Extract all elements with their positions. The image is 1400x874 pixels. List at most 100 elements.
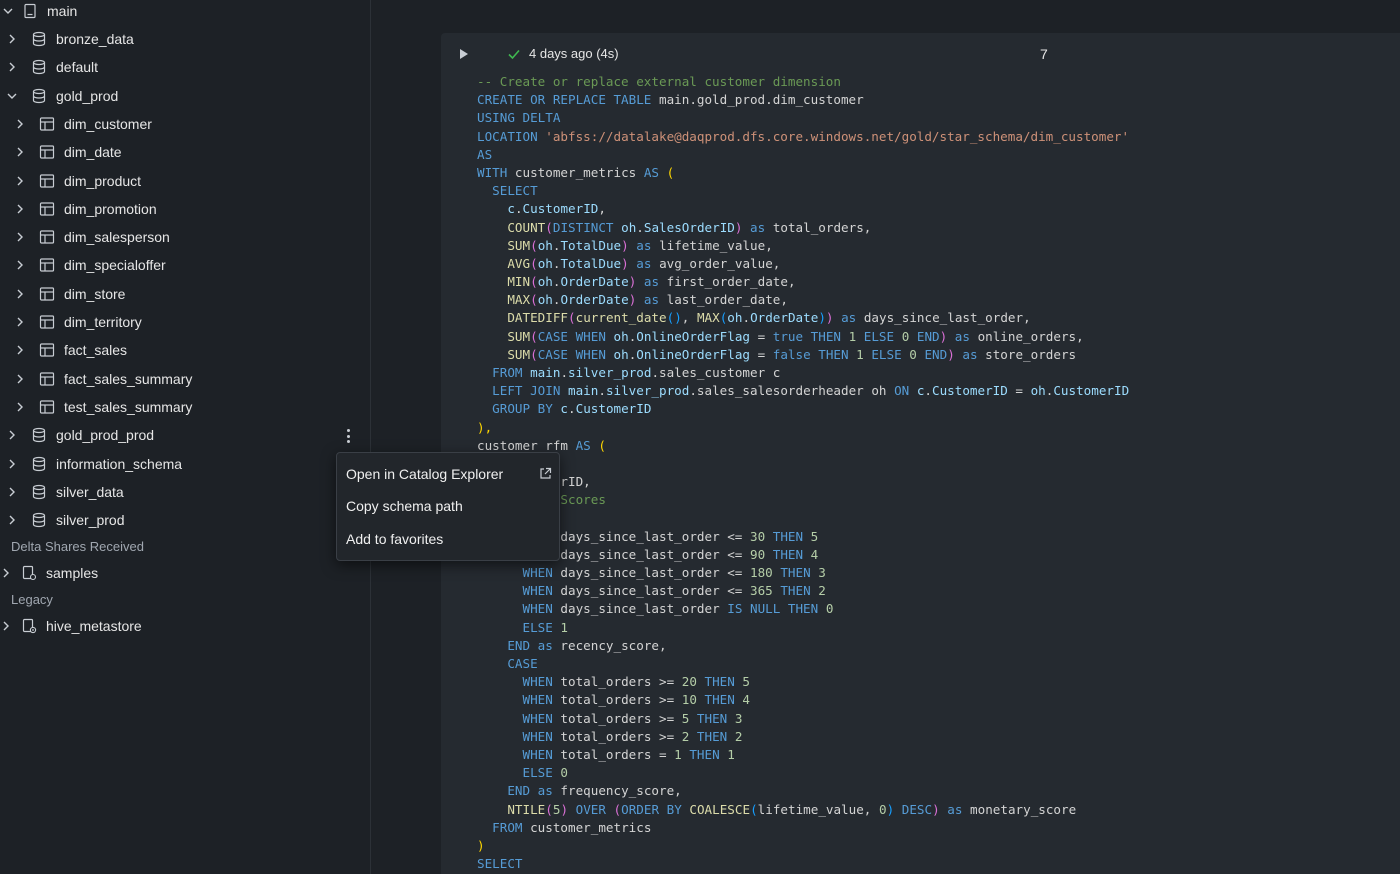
code-token: days_since_last_order <= [560,528,750,544]
code-token: as [636,292,667,308]
tree-table-dim-territory[interactable]: dim_territory [0,308,370,336]
chevron-right-icon[interactable] [14,316,26,328]
tree-schema-silver-data[interactable]: silver_data [0,478,370,506]
tree-table-dim-date[interactable]: dim_date [0,138,370,166]
code-token: main [530,365,561,380]
tree-label: gold_prod [56,87,119,104]
code-token: END as [507,783,561,799]
tree-table-dim-product[interactable]: dim_product [0,167,370,195]
menu-item-add-to-favorites[interactable]: Add to favorites [346,531,443,547]
tree-table-dim-customer[interactable]: dim_customer [0,110,370,138]
chevron-right-icon[interactable] [14,175,26,187]
chevron-right-icon[interactable] [6,429,18,441]
code-token: . [924,383,932,399]
code-line: END as frequency_score, [477,782,1129,800]
chevron-right-icon[interactable] [14,344,26,356]
code-token: 4 [742,692,751,708]
chevron-right-icon[interactable] [6,458,18,470]
code-token: THEN [689,728,735,744]
chevron-down-icon[interactable] [2,5,14,17]
code-line: WHEN days_since_last_order <= 180 THEN 3 [477,564,1129,582]
code-token: days_since_last_order <= [560,583,750,599]
tree-label: test_sales_summary [64,398,193,415]
menu-item-open-in-catalog-explorer[interactable]: Open in Catalog Explorer [346,466,503,482]
tree-label: dim_territory [64,314,142,330]
code-line: WHEN total_orders >= 10 THEN 4 [477,691,1129,709]
tree-table-dim-specialoffer[interactable]: dim_specialoffer [0,251,370,279]
tree-label: dim_specialoffer [64,257,166,274]
chevron-right-icon[interactable] [14,401,26,413]
tree-schema-information-schema[interactable]: information_schema [0,450,370,478]
tree-schema-gold-prod-prod[interactable]: gold_prod_prod [0,421,370,449]
chevron-right-icon[interactable] [0,567,12,579]
tree-table-test-sales-summary[interactable]: test_sales_summary [0,393,370,421]
code-token: oh [613,328,629,344]
tree-table-fact-sales-summary[interactable]: fact_sales_summary [0,365,370,393]
code-token: days_since_last_order <= [560,546,750,562]
tree-table-dim-store[interactable]: dim_store [0,280,370,308]
code-token: as [954,346,986,362]
chevron-right-icon[interactable] [14,373,26,385]
chevron-down-icon[interactable] [6,90,18,102]
chevron-right-icon[interactable] [14,288,26,300]
code-token: MIN [507,274,531,290]
code-token: as [636,274,667,290]
code-token: WHEN [522,601,561,617]
code-token: WHEN [522,565,561,581]
chevron-right-icon[interactable] [14,231,26,243]
code-token: 4 [810,546,819,562]
code-token: COALESCE [689,801,751,817]
tree-catalog-main[interactable]: main [0,0,370,25]
table-icon [38,256,56,274]
code-token: LOCATION [477,128,546,144]
tree-schema-gold-prod[interactable]: gold_prod [0,82,370,110]
code-token: silver_prod [568,365,652,380]
chevron-right-icon[interactable] [0,620,12,632]
chevron-right-icon[interactable] [14,118,26,130]
code-editor[interactable]: -- Create or replace external customer d… [477,73,1129,873]
code-token: total_orders >= [560,674,682,690]
chevron-right-icon[interactable] [6,33,18,45]
code-token: SUM [507,328,531,344]
code-line: SUM(CASE WHEN oh.OnlineOrderFlag = true … [477,328,1129,346]
tree-table-fact-sales[interactable]: fact_sales [0,336,370,364]
code-token: as [939,801,971,817]
code-line: SUM(oh.TotalDue) as lifetime_value, [477,237,1129,255]
tree-hive-metastore[interactable]: hive_metastore [0,612,370,640]
chevron-right-icon[interactable] [6,514,18,526]
code-token: frequency_score, [560,783,682,799]
code-token: 3 [818,565,826,581]
tree-share-samples[interactable]: samples [0,559,370,587]
tree-table-dim-salesperson[interactable]: dim_salesperson [0,223,370,251]
code-token: DESC [894,801,933,817]
menu-item-copy-schema-path[interactable]: Copy schema path [346,498,463,514]
catalog-sidebar: main Delta Shares Received samples Legac… [0,0,371,874]
chevron-right-icon[interactable] [14,259,26,271]
tree-label: bronze_data [56,31,134,47]
run-cell-icon[interactable] [459,48,469,60]
code-token: CASE WHEN [537,346,614,362]
code-token: ELSE [522,765,561,781]
chevron-right-icon[interactable] [6,486,18,498]
code-token: TotalDue [560,237,622,253]
chevron-right-icon[interactable] [14,146,26,158]
section-label-legacy: Legacy [11,592,53,607]
tree-schema-bronze-data[interactable]: bronze_data [0,25,370,53]
chevron-right-icon[interactable] [14,203,26,215]
tree-label: dim_customer [64,115,152,132]
tree-table-dim-promotion[interactable]: dim_promotion [0,195,370,223]
code-line: LEFT JOIN main.silver_prod.sales_salesor… [477,382,1129,400]
code-token: 0 [878,801,887,817]
tree-schema-silver-prod[interactable]: silver_prod [0,506,370,534]
code-token: WITH [477,164,515,180]
tree-label: dim_store [64,285,126,302]
tree-schema-default[interactable]: default [0,53,370,81]
chevron-right-icon[interactable] [6,61,18,73]
code-token: total_orders >= [560,710,682,726]
code-token: ) [825,310,834,326]
